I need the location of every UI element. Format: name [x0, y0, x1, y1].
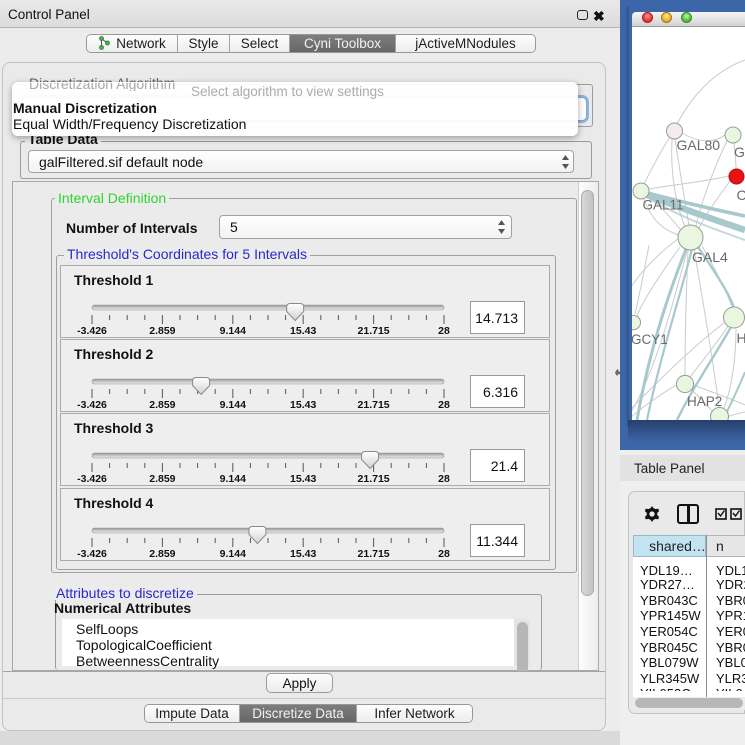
svg-text:28: 28 — [438, 325, 450, 337]
svg-text:28: 28 — [438, 548, 450, 560]
svg-text:21.715: 21.715 — [358, 325, 390, 337]
svg-text:-3.426: -3.426 — [77, 473, 107, 485]
svg-text:28: 28 — [438, 399, 450, 411]
svg-text:15.43: 15.43 — [290, 548, 316, 560]
svg-text:9.144: 9.144 — [220, 325, 246, 337]
svg-text:9.144: 9.144 — [220, 548, 246, 560]
svg-text:-3.426: -3.426 — [77, 325, 107, 337]
svg-text:-3.426: -3.426 — [77, 548, 107, 560]
svg-text:9.144: 9.144 — [220, 473, 246, 485]
svg-text:9.144: 9.144 — [220, 399, 246, 411]
svg-text:21.715: 21.715 — [358, 399, 390, 411]
svg-text:2.859: 2.859 — [149, 473, 175, 485]
svg-text:15.43: 15.43 — [290, 399, 316, 411]
svg-text:2.859: 2.859 — [149, 325, 175, 337]
svg-text:28: 28 — [438, 473, 450, 485]
svg-text:GAL80: GAL80 — [677, 137, 721, 153]
svg-text:21.715: 21.715 — [358, 473, 390, 485]
svg-text:15.43: 15.43 — [290, 325, 316, 337]
svg-text:-3.426: -3.426 — [77, 399, 107, 411]
svg-text:2.859: 2.859 — [149, 548, 175, 560]
svg-text:GA: GA — [734, 144, 745, 160]
svg-text:GCY1: GCY1 — [632, 332, 668, 347]
svg-text:15.43: 15.43 — [290, 473, 316, 485]
svg-text:2.859: 2.859 — [149, 399, 175, 411]
svg-text:C: C — [737, 187, 745, 203]
svg-text:HAP2: HAP2 — [687, 394, 722, 409]
svg-text:21.715: 21.715 — [358, 548, 390, 560]
svg-text:GAL4: GAL4 — [692, 249, 728, 265]
svg-text:H: H — [737, 330, 745, 346]
svg-text:GAL11: GAL11 — [643, 198, 684, 213]
